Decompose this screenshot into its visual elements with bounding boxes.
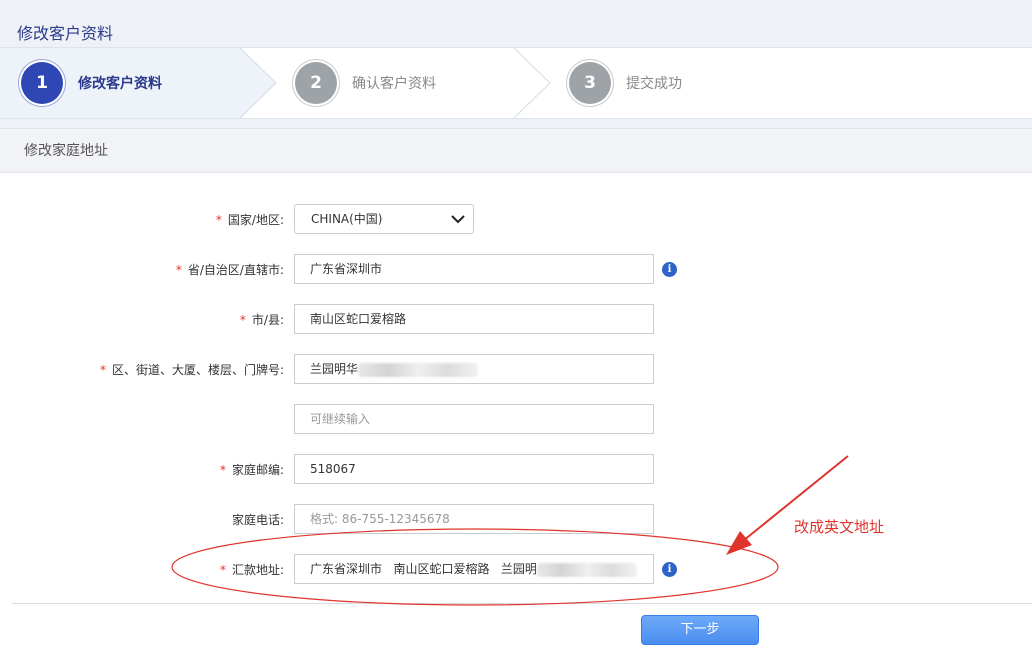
required-mark: *	[219, 463, 226, 477]
step-label: 确认客户资料	[352, 76, 436, 92]
required-mark: *	[99, 363, 106, 377]
postal-code-input[interactable]: 518067	[294, 454, 654, 484]
annotation-text: 改成英文地址	[794, 518, 885, 536]
phone-input[interactable]: 格式: 86-755-12345678	[294, 504, 654, 534]
district-row: * 区、街道、大厦、楼层、门牌号: 兰园明华	[0, 354, 1032, 386]
postal-code-label: 家庭邮编:	[231, 463, 284, 477]
province-input[interactable]: 广东省深圳市	[294, 254, 654, 284]
district-input-value: 兰园明华	[310, 362, 359, 376]
redacted-text	[536, 562, 637, 577]
district-more-input[interactable]: 可继续输入	[294, 404, 654, 434]
required-mark: *	[175, 263, 182, 277]
remit-address-value: 广东省深圳市 南山区蛇口爱榕路 兰园明	[310, 562, 537, 576]
country-select-value: CHINA(中国)	[311, 212, 383, 226]
next-step-button[interactable]: 下一步	[641, 615, 759, 645]
country-row: * 国家/地区: CHINA(中国)	[0, 204, 1032, 236]
postal-code-row: * 家庭邮编: 518067	[0, 454, 1032, 486]
district-more-row: 可继续输入	[0, 404, 1032, 436]
district-input[interactable]: 兰园明华	[294, 354, 654, 384]
step-separator-icon	[240, 48, 277, 118]
district-label: 区、街道、大厦、楼层、门牌号:	[111, 363, 284, 377]
step-3: 3 提交成功	[569, 48, 682, 118]
info-icon[interactable]: i	[662, 562, 677, 577]
required-mark: *	[239, 313, 246, 327]
city-label: 市/县:	[251, 313, 284, 327]
city-input[interactable]: 南山区蛇口爱榕路	[294, 304, 654, 334]
step-number: 3	[569, 62, 611, 104]
country-label: 国家/地区:	[227, 213, 284, 227]
step-separator-icon	[514, 48, 551, 118]
step-number: 1	[21, 62, 63, 104]
step-label: 提交成功	[626, 76, 682, 92]
info-icon[interactable]: i	[662, 262, 677, 277]
divider	[12, 603, 1032, 604]
redacted-text	[358, 362, 479, 377]
step-label: 修改客户资料	[78, 76, 162, 92]
section-title: 修改家庭地址	[0, 129, 1032, 173]
country-select[interactable]: CHINA(中国)	[294, 204, 474, 234]
remit-address-row: * 汇款地址: 广东省深圳市 南山区蛇口爱榕路 兰园明 i	[0, 554, 1032, 586]
city-row: * 市/县: 南山区蛇口爱榕路	[0, 304, 1032, 336]
phone-label: 家庭电话:	[231, 513, 284, 527]
remit-address-input[interactable]: 广东省深圳市 南山区蛇口爱榕路 兰园明	[294, 554, 654, 584]
page-title: 修改客户资料	[17, 24, 114, 43]
province-row: * 省/自治区/直辖市: 广东省深圳市 i	[0, 254, 1032, 286]
remit-address-label: 汇款地址:	[231, 563, 284, 577]
chevron-down-icon	[451, 215, 465, 224]
step-1: 1 修改客户资料	[21, 48, 162, 118]
address-form-panel: 修改家庭地址 * 国家/地区: CHINA(中国) * 省/自治区/直辖市: 广东省…	[0, 128, 1032, 669]
step-progress-bar: 1 修改客户资料 2 确认客户资料 3 提交成功	[0, 47, 1032, 119]
step-number: 2	[295, 62, 337, 104]
required-mark: *	[219, 563, 226, 577]
province-label: 省/自治区/直辖市:	[187, 263, 284, 277]
required-mark: *	[215, 213, 222, 227]
step-2: 2 确认客户资料	[295, 48, 436, 118]
